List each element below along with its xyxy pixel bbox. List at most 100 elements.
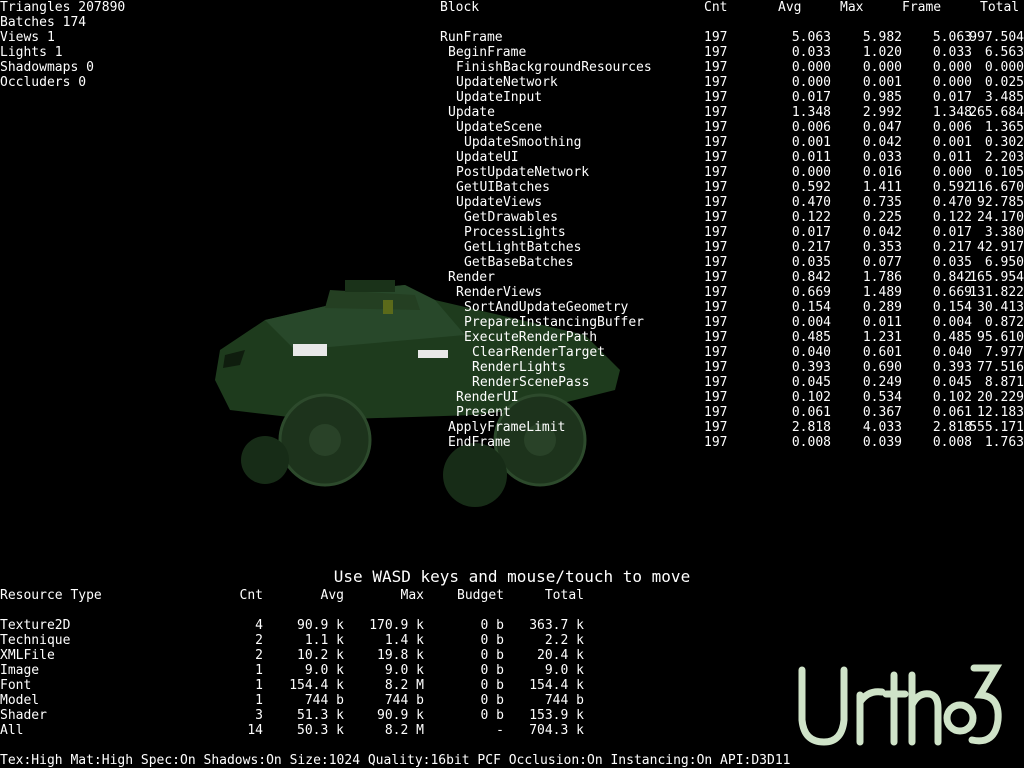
block-name: FinishBackgroundResources [456, 60, 652, 75]
max-time: 1.411 [862, 180, 902, 195]
resource-row: Texture2D 4 90.9 k 170.9 k 0 b 363.7 k [0, 618, 600, 633]
resource-type: Shader [0, 708, 47, 723]
avg-time: 0.061 [791, 405, 831, 420]
total-time: 1.365 [984, 120, 1024, 135]
profiler-row: RenderViews 197 0.669 1.489 0.669 131.822 [440, 285, 1024, 300]
max-time: 0.042 [862, 135, 902, 150]
max-time: 1.786 [862, 270, 902, 285]
stats-panel: Triangles 207890 Batches 174 Views 1 Lights… [0, 0, 125, 90]
profiler-row: GetLightBatches 197 0.217 0.353 0.217 42.917 [440, 240, 1024, 255]
max-time: 0.690 [862, 360, 902, 375]
resource-type: XMLFile [0, 648, 55, 663]
stat-line: Batches 174 [0, 15, 87, 30]
block-name: PrepareInstancingBuffer [464, 315, 645, 330]
call-count: 197 [704, 135, 728, 150]
stat-line: Occluders 0 [0, 75, 87, 90]
avg-time: 5.063 [791, 30, 831, 45]
profiler-row: UpdateSmoothing 197 0.001 0.042 0.001 0.302 [440, 135, 1024, 150]
profiler-row: Render 197 0.842 1.786 0.842 165.954 [440, 270, 1024, 285]
resource-type: Font [0, 678, 32, 693]
profiler-row: ApplyFrameLimit 197 2.818 4.033 2.818 555.171 [440, 420, 1024, 435]
resource-column-header: Avg [320, 588, 344, 603]
resource-budget: 0 b [480, 678, 504, 693]
resource-count: 3 [255, 708, 263, 723]
profiler-row: BeginFrame 197 0.033 1.020 0.033 6.563 [440, 45, 1024, 60]
max-time: 1.231 [862, 330, 902, 345]
call-count: 197 [704, 270, 728, 285]
call-count: 197 [704, 180, 728, 195]
resource-avg: 90.9 k [297, 618, 344, 633]
resource-type: Image [0, 663, 40, 678]
total-time: 3.485 [984, 90, 1024, 105]
frame-time: 0.102 [932, 390, 972, 405]
total-time: 265.684 [969, 105, 1024, 120]
block-name: UpdateViews [456, 195, 543, 210]
profiler-row: ExecuteRenderPath 197 0.485 1.231 0.485 95.61… [440, 330, 1024, 345]
frame-time: 2.818 [932, 420, 972, 435]
frame-time: 0.004 [932, 315, 972, 330]
avg-time: 0.008 [791, 435, 831, 450]
resource-avg: 1.1 k [304, 633, 344, 648]
resource-row: Technique 2 1.1 k 1.4 k 0 b 2.2 k [0, 633, 600, 648]
profiler-row: GetDrawables 197 0.122 0.225 0.122 24.170 [440, 210, 1024, 225]
frame-time: 0.485 [932, 330, 972, 345]
frame-time: 0.001 [932, 135, 972, 150]
max-time: 0.601 [862, 345, 902, 360]
block-name: RunFrame [440, 30, 503, 45]
call-count: 197 [704, 285, 728, 300]
block-name: ApplyFrameLimit [448, 420, 566, 435]
resource-budget: 0 b [480, 633, 504, 648]
max-time: 0.042 [862, 225, 902, 240]
avg-time: 0.122 [791, 210, 831, 225]
total-time: 77.516 [977, 360, 1024, 375]
avg-time: 0.470 [791, 195, 831, 210]
avg-time: 0.040 [791, 345, 831, 360]
profiler-column-header: Total [980, 0, 1020, 15]
frame-time: 0.842 [932, 270, 972, 285]
avg-time: 0.842 [791, 270, 831, 285]
total-time: 997.504 [969, 30, 1024, 45]
resource-max: 170.9 k [369, 618, 424, 633]
frame-time: 0.470 [932, 195, 972, 210]
profiler-spacer [440, 15, 1024, 30]
resource-avg: 50.3 k [297, 723, 344, 738]
resource-total: 704.3 k [529, 723, 584, 738]
resource-row: Shader 3 51.3 k 90.9 k 0 b 153.9 k [0, 708, 600, 723]
profiler-row: FinishBackgroundResources 197 0.000 0.000 0.… [440, 60, 1024, 75]
frame-time: 5.063 [932, 30, 972, 45]
resource-count: 1 [255, 663, 263, 678]
resource-type: All [0, 723, 24, 738]
call-count: 197 [704, 195, 728, 210]
profiler-row: EndFrame 197 0.008 0.039 0.008 1.763 [440, 435, 1024, 450]
resource-count: 14 [247, 723, 263, 738]
resource-budget: 0 b [480, 663, 504, 678]
block-name: Present [456, 405, 511, 420]
resource-max: 1.4 k [384, 633, 424, 648]
max-time: 0.001 [862, 75, 902, 90]
profiler-row: UpdateScene 197 0.006 0.047 0.006 1.365 [440, 120, 1024, 135]
frame-time: 1.348 [932, 105, 972, 120]
frame-time: 0.592 [932, 180, 972, 195]
call-count: 197 [704, 405, 728, 420]
frame-time: 0.017 [932, 225, 972, 240]
avg-time: 0.669 [791, 285, 831, 300]
profiler-row: SortAndUpdateGeometry 197 0.154 0.289 0.154 3… [440, 300, 1024, 315]
profiler-row: RenderLights 197 0.393 0.690 0.393 77.516 [440, 360, 1024, 375]
profiler-row: UpdateUI 197 0.011 0.033 0.011 2.203 [440, 150, 1024, 165]
frame-time: 0.393 [932, 360, 972, 375]
total-time: 95.610 [977, 330, 1024, 345]
total-time: 3.380 [984, 225, 1024, 240]
resource-header: Resource Type Cnt Avg Max Budget Total [0, 588, 600, 603]
profiler-row: Present 197 0.061 0.367 0.061 12.183 [440, 405, 1024, 420]
total-time: 116.670 [969, 180, 1024, 195]
max-time: 0.011 [862, 315, 902, 330]
resource-count: 4 [255, 618, 263, 633]
total-time: 0.025 [984, 75, 1024, 90]
avg-time: 0.045 [791, 375, 831, 390]
max-time: 2.992 [862, 105, 902, 120]
frame-time: 0.040 [932, 345, 972, 360]
total-time: 0.000 [984, 60, 1024, 75]
avg-time: 0.017 [791, 225, 831, 240]
max-time: 5.982 [862, 30, 902, 45]
frame-time: 0.033 [932, 45, 972, 60]
